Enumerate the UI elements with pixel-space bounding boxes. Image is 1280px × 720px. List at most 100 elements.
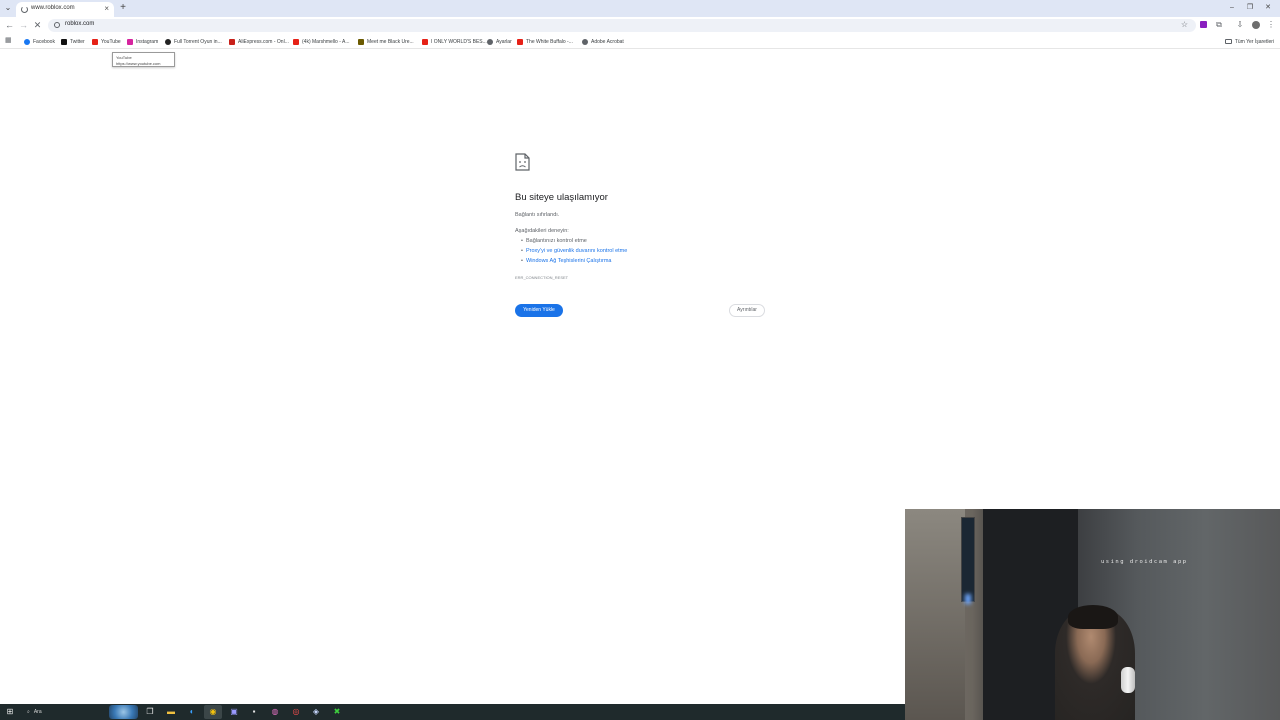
all-bookmarks-folder[interactable]: Tüm Yer İşaretleri	[1224, 36, 1274, 47]
bookmark-full-torrent[interactable]: Full Torrent Oyun in...	[165, 36, 222, 47]
taskbar: ⊞ ⌕ Ara ❐ ▬ ◐ ◉ ▣ ▪ ◍ ◎ ◈ ✖	[0, 704, 905, 720]
error-title: Bu siteye ulaşılamıyor	[515, 192, 608, 203]
search-icon: ⌕	[27, 709, 30, 715]
site-info-icon[interactable]	[54, 22, 60, 28]
bookmark-white-buffalo[interactable]: The White Buffalo -...	[517, 36, 573, 47]
suggestion-check-proxy-link[interactable]: Proxy'yi ve güvenlik duvarını kontrol et…	[521, 248, 627, 254]
xbox-icon[interactable]: ✖	[331, 706, 343, 718]
microphone-icon	[1121, 667, 1135, 693]
back-arrow-icon[interactable]: ←	[3, 19, 16, 32]
tooltip-url: https://www.youtube.com	[116, 61, 161, 66]
bookmark-label: Ayarlar	[496, 38, 512, 45]
bookmark-worlds-best[interactable]: I ONLY WORLD'S BES...	[422, 36, 487, 47]
bookmark-twitter[interactable]: Twitter	[61, 36, 85, 47]
stop-loading-icon[interactable]: ✕	[31, 19, 44, 32]
bookmark-tooltip: YouTube https://www.youtube.com	[112, 52, 175, 67]
webcam-wall	[905, 509, 965, 720]
x-twitter-icon	[61, 38, 67, 45]
bookmark-label: Facebook	[33, 38, 55, 45]
all-bookmarks-label: Tüm Yer İşaretleri	[1234, 38, 1274, 45]
folder-icon	[1224, 39, 1232, 44]
tab-search-chevron-icon[interactable]: ⌄	[2, 2, 14, 14]
bookmark-facebook[interactable]: Facebook	[24, 36, 55, 47]
youtube-icon	[517, 38, 523, 45]
bookmark-label: Meet me Black Ure...	[367, 38, 414, 45]
music-app-icon[interactable]: ◍	[269, 706, 281, 718]
aliexpress-icon	[229, 38, 235, 45]
extension-icon[interactable]	[1200, 21, 1207, 28]
bookmarks-bar: ▦ Facebook Twitter YouTube Instagram Ful…	[0, 34, 1280, 49]
suggestion-check-connection: Bağlantınızı kontrol etme	[521, 238, 587, 244]
downloads-icon[interactable]: ⇩	[1234, 19, 1246, 31]
browser-toolbar: ← → ✕ roblox.com ☆ ⧉ ⇩ ⋮	[0, 17, 1280, 34]
tooltip-title: YouTube	[116, 55, 132, 60]
bookmark-meet-me[interactable]: Meet me Black Ure...	[358, 36, 414, 47]
webcam-person-hair	[1068, 605, 1118, 629]
restore-icon[interactable]: ❐	[1240, 2, 1260, 14]
webcam-overlay: using droidcam app	[905, 509, 1280, 720]
app-icon[interactable]: ▪	[248, 706, 260, 718]
bookmark-instagram[interactable]: Instagram	[127, 36, 158, 47]
settings-gear-icon	[487, 38, 493, 45]
tab-roblox[interactable]: www.roblox.com ×	[16, 2, 114, 17]
task-view-icon[interactable]: ❐	[144, 706, 156, 718]
recording-app-icon[interactable]: ◎	[290, 706, 302, 718]
sad-document-icon	[515, 153, 530, 171]
bookmark-label: I ONLY WORLD'S BES...	[431, 38, 487, 45]
close-window-icon[interactable]: ✕	[1258, 2, 1278, 14]
profile-avatar-icon[interactable]	[1252, 21, 1260, 29]
windows-start-icon[interactable]: ⊞	[4, 706, 16, 718]
steam-icon[interactable]: ◈	[310, 706, 322, 718]
youtube-icon	[422, 38, 428, 45]
chrome-icon[interactable]: ◉	[207, 706, 219, 718]
minimize-icon[interactable]: –	[1222, 2, 1242, 14]
site-favicon-icon	[358, 38, 364, 45]
apps-grid-icon[interactable]: ▦	[5, 37, 12, 44]
site-favicon-icon	[165, 38, 171, 45]
address-url[interactable]: roblox.com	[65, 21, 94, 27]
suggestions-heading: Aşağıdakileri deneyin:	[515, 228, 569, 234]
tab-close-icon[interactable]: ×	[104, 4, 109, 14]
loading-spinner-icon	[21, 6, 28, 13]
forward-arrow-icon[interactable]: →	[17, 19, 30, 32]
error-code: ERR_CONNECTION_RESET	[515, 275, 569, 280]
taskbar-search-placeholder: Ara	[33, 709, 42, 715]
facebook-icon	[24, 38, 30, 45]
bookmark-label: (4k) Marshmello - A...	[302, 38, 350, 45]
premiere-pro-icon[interactable]: ▣	[228, 706, 240, 718]
webcam-overlay-text: using droidcam app	[1101, 559, 1188, 565]
suggestion-network-diagnostics-link[interactable]: Windows Ağ Teşhislerini Çalıştırma	[521, 258, 612, 264]
extensions-puzzle-icon[interactable]: ⧉	[1213, 19, 1225, 31]
bookmark-label: Adobe Acrobat	[591, 38, 624, 45]
bookmark-aliexpress[interactable]: AliExpress.com - Onl...	[229, 36, 289, 47]
address-bar[interactable]: roblox.com ☆	[48, 19, 1196, 32]
tab-title: www.roblox.com	[31, 5, 75, 11]
globe-icon	[582, 38, 588, 45]
details-button[interactable]: Ayrıntılar	[729, 304, 765, 317]
widgets-icon[interactable]	[109, 705, 138, 719]
reload-button[interactable]: Yeniden Yükle	[515, 304, 563, 317]
youtube-icon	[293, 38, 299, 45]
bookmark-label: YouTube	[101, 38, 121, 45]
bookmark-youtube[interactable]: YouTube	[92, 36, 121, 47]
webcam-light	[965, 594, 971, 604]
bookmark-label: AliExpress.com - Onl...	[238, 38, 289, 45]
bookmark-label: Twitter	[70, 38, 85, 45]
bookmark-label: The White Buffalo -...	[526, 38, 573, 45]
screen: ⌄ www.roblox.com × + – ❐ ✕ ← → ✕ roblox.…	[0, 0, 1280, 720]
webcam-picture-frame	[961, 517, 975, 602]
bookmark-marshmello[interactable]: (4k) Marshmello - A...	[293, 36, 350, 47]
file-explorer-icon[interactable]: ▬	[165, 706, 177, 718]
taskbar-search[interactable]: ⌕ Ara	[23, 706, 107, 718]
more-menu-icon[interactable]: ⋮	[1265, 19, 1277, 31]
youtube-icon	[92, 38, 98, 45]
new-tab-plus-icon[interactable]: +	[117, 2, 129, 14]
error-subtitle: Bağlantı sıfırlandı.	[515, 212, 560, 218]
bookmark-ayarlar[interactable]: Ayarlar	[487, 36, 512, 47]
bookmark-star-icon[interactable]: ☆	[1181, 20, 1188, 29]
bookmark-adobe-acrobat[interactable]: Adobe Acrobat	[582, 36, 624, 47]
bookmark-label: Instagram	[136, 38, 159, 45]
edge-browser-icon[interactable]: ◐	[186, 706, 198, 718]
instagram-icon	[127, 38, 133, 45]
bookmark-label: Full Torrent Oyun in...	[174, 38, 222, 45]
